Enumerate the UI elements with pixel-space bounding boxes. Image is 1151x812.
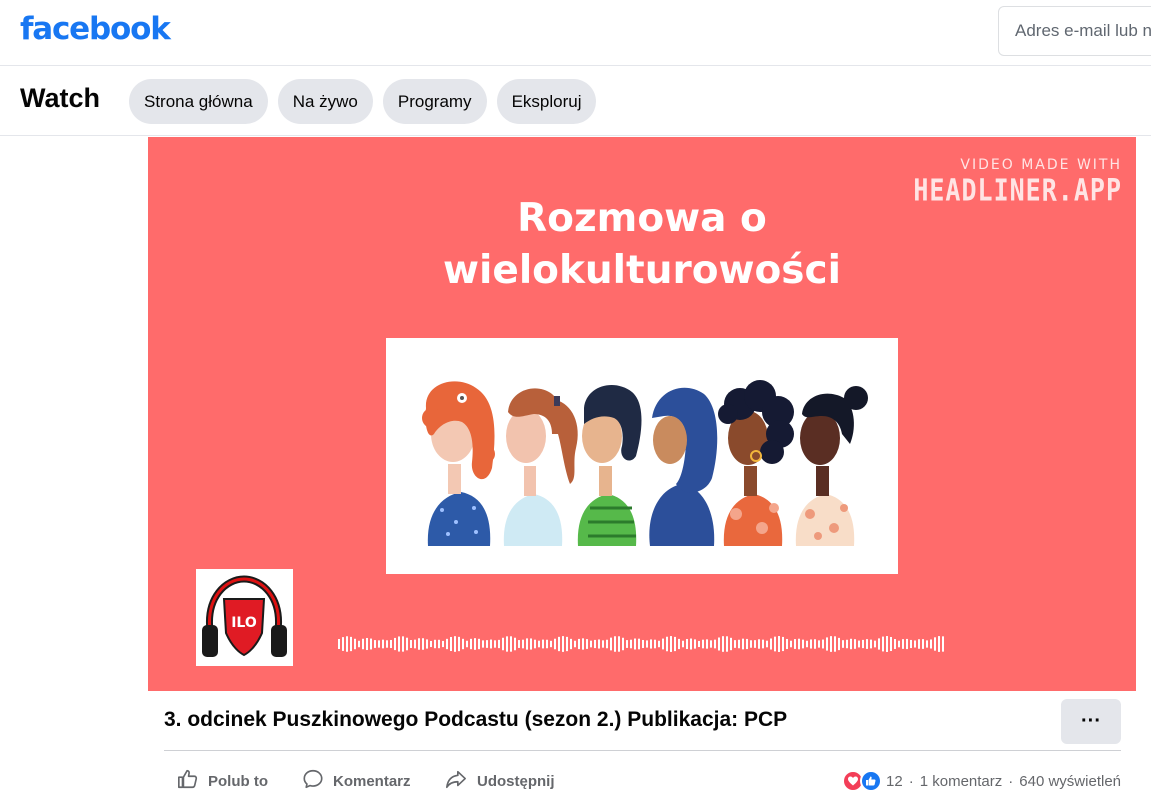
tab-shows[interactable]: Programy bbox=[382, 79, 487, 124]
more-options-button[interactable]: ··· bbox=[1061, 699, 1121, 744]
women-profiles-illustration bbox=[386, 338, 898, 574]
like-reaction-icon bbox=[860, 770, 883, 792]
share-label: Udostępnij bbox=[477, 772, 555, 790]
thumbs-up-icon bbox=[177, 768, 199, 794]
woman-5-figure bbox=[718, 380, 794, 546]
share-icon bbox=[444, 768, 468, 794]
podcast-logo-text: ILO bbox=[231, 615, 257, 631]
comment-button[interactable]: Komentarz bbox=[302, 766, 411, 796]
like-label: Polub to bbox=[208, 772, 268, 790]
comments-count[interactable]: 1 komentarz bbox=[920, 773, 1003, 790]
share-button[interactable]: Udostępnij bbox=[444, 766, 555, 796]
audio-waveform bbox=[338, 636, 944, 652]
post-stats: 12 · 1 komentarz · 640 wyświetleń bbox=[842, 768, 1121, 794]
watermark-line1: VIDEO MADE WITH bbox=[960, 157, 1122, 173]
post-title: 3. odcinek Puszkinowego Podcastu (sezon … bbox=[164, 708, 788, 731]
separator: · bbox=[908, 772, 914, 790]
reactions-summary[interactable] bbox=[842, 770, 883, 792]
video-title: Rozmowa o wielokulturowości bbox=[148, 193, 1136, 297]
views-count: 640 wyświetleń bbox=[1019, 772, 1121, 790]
woman-2-figure bbox=[503, 388, 578, 546]
divider bbox=[164, 750, 1121, 751]
woman-6-figure bbox=[795, 386, 868, 546]
woman-4-figure bbox=[649, 387, 718, 546]
video-title-line1: Rozmowa o bbox=[517, 196, 767, 241]
email-input[interactable] bbox=[998, 6, 1151, 56]
facebook-logo[interactable]: facebook bbox=[20, 11, 171, 47]
tab-home[interactable]: Strona główna bbox=[129, 79, 268, 124]
like-button[interactable]: Polub to bbox=[177, 766, 268, 796]
woman-1-figure bbox=[422, 381, 495, 546]
podcast-logo: ILO bbox=[196, 569, 293, 666]
watch-title[interactable]: Watch bbox=[20, 83, 100, 114]
tab-explore[interactable]: Eksploruj bbox=[496, 79, 597, 124]
woman-3-figure bbox=[577, 385, 642, 546]
video-player[interactable]: VIDEO MADE WITH HEADLINER.APP Rozmowa o … bbox=[148, 137, 1136, 691]
comment-label: Komentarz bbox=[333, 772, 411, 790]
separator: · bbox=[1008, 772, 1014, 790]
comment-icon bbox=[302, 768, 324, 794]
watch-tabs: Strona główna Na żywo Programy Eksploruj bbox=[129, 79, 597, 124]
video-title-line2: wielokulturowości bbox=[442, 248, 842, 293]
watch-nav: Watch Strona główna Na żywo Programy Eks… bbox=[0, 67, 1151, 136]
tab-live[interactable]: Na żywo bbox=[277, 79, 373, 124]
top-header: facebook bbox=[0, 0, 1151, 66]
reactions-count[interactable]: 12 bbox=[886, 773, 903, 790]
